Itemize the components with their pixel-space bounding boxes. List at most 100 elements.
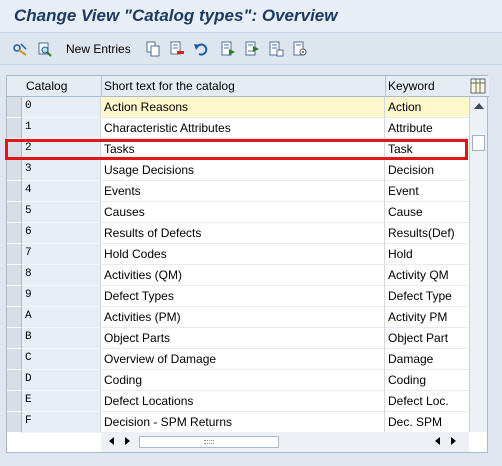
select-block-icon[interactable] [244,41,260,57]
keyword-cell[interactable]: Damage [385,349,469,370]
row-selector[interactable] [7,265,22,286]
table-row[interactable]: 9 Defect Types Defect Type [7,286,469,307]
short-text-cell[interactable]: Characteristic Attributes [101,118,385,139]
catalog-cell: 4 [22,181,101,202]
row-selector[interactable] [7,160,22,181]
undo-icon[interactable] [193,41,209,57]
horizontal-scroll-thumb[interactable] [139,436,279,448]
table-row[interactable]: 3 Usage Decisions Decision [7,160,469,181]
new-entries-button[interactable]: New Entries [66,42,131,56]
select-all-icon[interactable] [220,41,236,57]
catalog-cell: F [22,412,101,433]
scroll-right-end-icon[interactable] [451,437,456,445]
table-row[interactable]: 8 Activities (QM) Activity QM [7,265,469,286]
keyword-cell[interactable]: Event [385,181,469,202]
catalog-cell: 5 [22,202,101,223]
vertical-scrollbar[interactable] [469,97,487,432]
column-header-catalog[interactable]: Catalog [26,79,67,93]
catalog-cell: D [22,370,101,391]
row-selector[interactable] [7,97,22,118]
scroll-left-end-icon[interactable] [435,437,440,445]
short-text-cell[interactable]: Results of Defects [101,223,385,244]
catalog-cell: 3 [22,160,101,181]
row-selector[interactable] [7,307,22,328]
catalog-cell: E [22,391,101,412]
application-toolbar: New Entries [0,33,502,65]
keyword-cell[interactable]: Decision [385,160,469,181]
row-selector[interactable] [7,328,22,349]
short-text-cell[interactable]: Coding [101,370,385,391]
config-icon[interactable] [292,41,308,57]
table-row[interactable]: E Defect Locations Defect Loc. [7,391,469,412]
short-text-cell[interactable]: Causes [101,202,385,223]
short-text-cell[interactable]: Usage Decisions [101,160,385,181]
table-row[interactable]: 6 Results of Defects Results(Def) [7,223,469,244]
keyword-cell[interactable]: Dec. SPM [385,412,469,433]
short-text-cell[interactable]: Object Parts [101,328,385,349]
table-row[interactable]: 5 Causes Cause [7,202,469,223]
catalog-cell: 9 [22,286,101,307]
keyword-cell[interactable]: Attribute [385,118,469,139]
catalog-cell: B [22,328,101,349]
deselect-all-icon[interactable] [268,41,284,57]
keyword-cell[interactable]: Defect Loc. [385,391,469,412]
row-selector[interactable] [7,244,22,265]
row-selector[interactable] [7,139,22,160]
copy-icon[interactable] [145,41,161,57]
table-row[interactable]: 4 Events Event [7,181,469,202]
row-selector[interactable] [7,202,22,223]
page-title: Change View "Catalog types": Overview [14,6,338,25]
keyword-cell[interactable]: Defect Type [385,286,469,307]
short-text-cell[interactable]: Overview of Damage [101,349,385,370]
display-change-icon[interactable] [12,41,28,57]
keyword-cell[interactable]: Activity PM [385,307,469,328]
vertical-scroll-thumb[interactable] [472,135,485,151]
table-row[interactable]: A Activities (PM) Activity PM [7,307,469,328]
table-row[interactable]: 0 Action Reasons Action [7,97,469,118]
column-header-short-text[interactable]: Short text for the catalog [104,79,235,93]
short-text-cell[interactable]: Tasks [101,139,385,160]
row-selector[interactable] [7,118,22,139]
short-text-cell[interactable]: Activities (PM) [101,307,385,328]
scroll-left-icon[interactable] [109,437,114,445]
scroll-right-icon[interactable] [125,437,130,445]
row-selector[interactable] [7,286,22,307]
horizontal-scrollbar[interactable] [101,432,469,452]
short-text-cell[interactable]: Activities (QM) [101,265,385,286]
keyword-cell[interactable]: Hold [385,244,469,265]
short-text-cell[interactable]: Hold Codes [101,244,385,265]
short-text-cell[interactable]: Defect Types [101,286,385,307]
keyword-cell[interactable]: Results(Def) [385,223,469,244]
delete-icon[interactable] [169,41,185,57]
table-row[interactable]: C Overview of Damage Damage [7,349,469,370]
keyword-cell[interactable]: Action [385,97,469,118]
row-selector[interactable] [7,181,22,202]
scroll-up-icon[interactable] [474,103,484,109]
row-selector[interactable] [7,412,22,433]
row-selector[interactable] [7,223,22,244]
row-selector[interactable] [7,391,22,412]
table-header: Catalog Short text for the catalog Keywo… [7,76,489,97]
table-row[interactable]: 1 Characteristic Attributes Attribute [7,118,469,139]
short-text-cell[interactable]: Decision - SPM Returns [101,412,385,433]
keyword-cell[interactable]: Activity QM [385,265,469,286]
keyword-cell[interactable]: Object Part [385,328,469,349]
table-row[interactable]: D Coding Coding [7,370,469,391]
other-view-icon[interactable] [37,41,53,57]
short-text-cell[interactable]: Defect Locations [101,391,385,412]
table-row[interactable]: 2 Tasks Task [7,139,469,160]
table-row[interactable]: 7 Hold Codes Hold [7,244,469,265]
table-settings-icon[interactable] [469,77,487,95]
row-selector[interactable] [7,349,22,370]
keyword-cell[interactable]: Coding [385,370,469,391]
keyword-cell[interactable]: Cause [385,202,469,223]
short-text-cell[interactable]: Events [101,181,385,202]
catalog-cell: 2 [22,139,101,160]
table-row[interactable]: B Object Parts Object Part [7,328,469,349]
column-header-keyword[interactable]: Keyword [388,79,435,93]
short-text-cell[interactable]: Action Reasons [101,97,385,118]
table-row[interactable]: F Decision - SPM Returns Dec. SPM [7,412,469,433]
keyword-cell[interactable]: Task [385,139,469,160]
row-selector[interactable] [7,370,22,391]
title-bar: Change View "Catalog types": Overview [0,0,502,33]
